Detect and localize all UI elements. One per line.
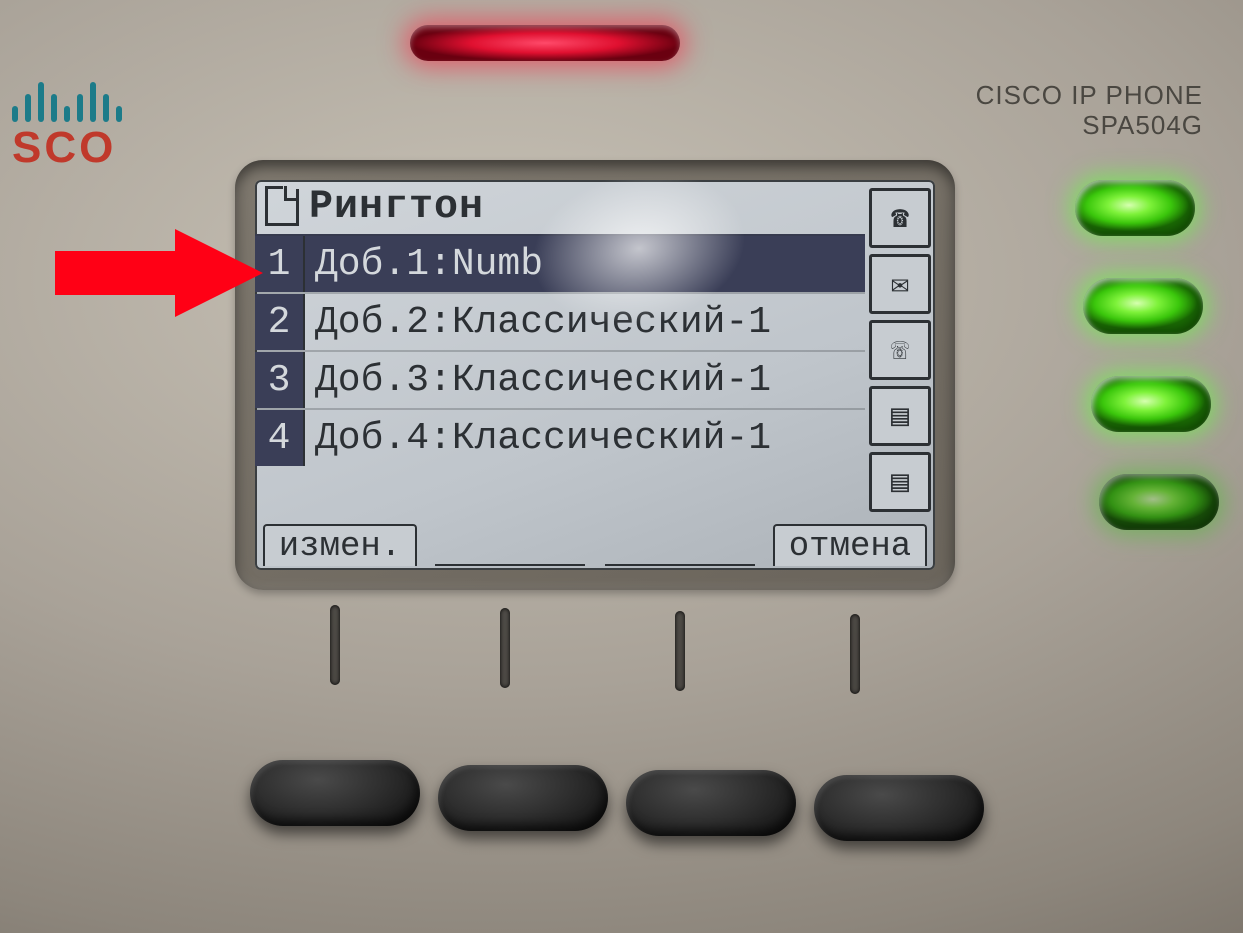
row-text: Доб.3:Классический-1 — [305, 359, 771, 402]
model-label: CISCO IP PHONE SPA504G — [976, 80, 1203, 140]
cisco-bars-icon — [12, 78, 122, 122]
row-index: 4 — [255, 410, 305, 466]
line-3-led[interactable] — [1091, 376, 1211, 432]
line-1-led[interactable] — [1075, 180, 1195, 236]
menu-row-4[interactable]: 4 Доб.4:Классический-1 — [255, 408, 865, 466]
softkey-3-button[interactable] — [626, 770, 796, 836]
softlabel-3 — [595, 514, 765, 566]
row-index: 1 — [255, 236, 305, 292]
row-index: 3 — [255, 352, 305, 408]
annotation-arrow-icon — [55, 225, 265, 321]
row-text: Доб.1:Numb — [305, 243, 543, 286]
softkey-slot — [330, 605, 340, 685]
screen-header: Рингтон — [255, 180, 935, 234]
model-line1: CISCO IP PHONE — [976, 80, 1203, 110]
softkey-slot — [500, 608, 510, 688]
line-2-led[interactable] — [1083, 278, 1203, 334]
menu-row-1[interactable]: 1 Доб.1:Numb — [255, 234, 865, 292]
softkey-1-button[interactable] — [250, 760, 420, 826]
menu-rows: 1 Доб.1:Numb 2 Доб.2:Классический-1 3 До… — [255, 234, 865, 466]
row-text: Доб.4:Классический-1 — [305, 417, 771, 460]
directory-icon: ▤ — [869, 386, 931, 446]
softlabel-2 — [425, 514, 595, 566]
line-icons: ☎ ✉ ☏ ▤ ▤ — [869, 188, 931, 512]
line-4-led[interactable] — [1099, 474, 1219, 530]
phone-offhook-icon: ☎ — [869, 188, 931, 248]
row-text: Доб.2:Классический-1 — [305, 301, 771, 344]
softkey-4-button[interactable] — [814, 775, 984, 841]
cisco-logo: SCO — [12, 78, 122, 170]
page-icon — [265, 189, 299, 226]
softkey-2-button[interactable] — [438, 765, 608, 831]
directory-icon: ▤ — [869, 452, 931, 512]
softkey-slot — [850, 614, 860, 694]
softkey-labels: измен. отмена — [255, 514, 935, 566]
cisco-word: SCO — [12, 126, 122, 170]
screen-title: Рингтон — [309, 185, 484, 230]
message-waiting-light — [410, 25, 680, 61]
menu-row-2[interactable]: 2 Доб.2:Классический-1 — [255, 292, 865, 350]
row-index: 2 — [255, 294, 305, 350]
lcd-frame: Рингтон 1 Доб.1:Numb 2 Доб.2:Классически… — [235, 160, 955, 590]
menu-row-3[interactable]: 3 Доб.3:Классический-1 — [255, 350, 865, 408]
model-line2: SPA504G — [976, 110, 1203, 140]
softkey-slot — [675, 611, 685, 691]
softlabel-1: измен. — [255, 514, 425, 566]
softlabel-4: отмена — [765, 514, 935, 566]
phone-onhook-icon: ☏ — [869, 320, 931, 380]
phone-body: SCO CISCO IP PHONE SPA504G Рингтон 1 Доб… — [0, 0, 1243, 933]
lcd-screen: Рингтон 1 Доб.1:Numb 2 Доб.2:Классически… — [255, 180, 935, 570]
envelope-icon: ✉ — [869, 254, 931, 314]
